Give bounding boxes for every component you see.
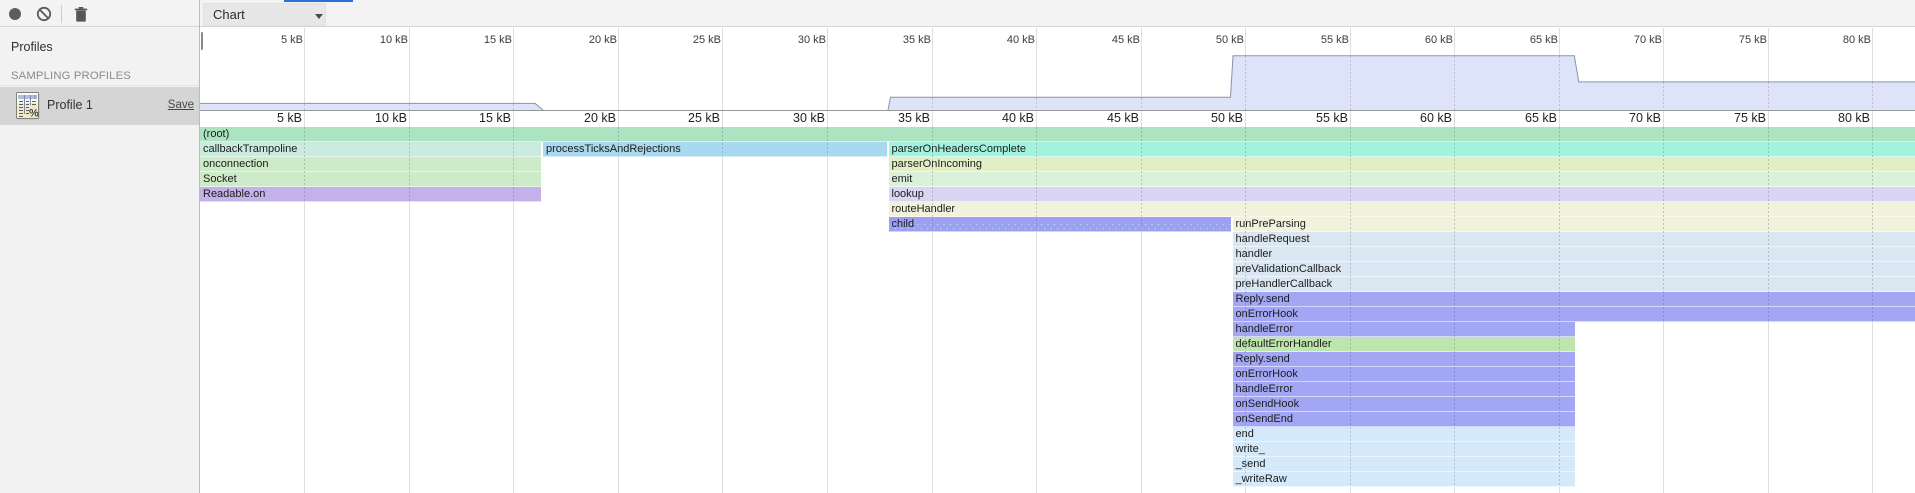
svg-text:%: % <box>29 108 39 120</box>
